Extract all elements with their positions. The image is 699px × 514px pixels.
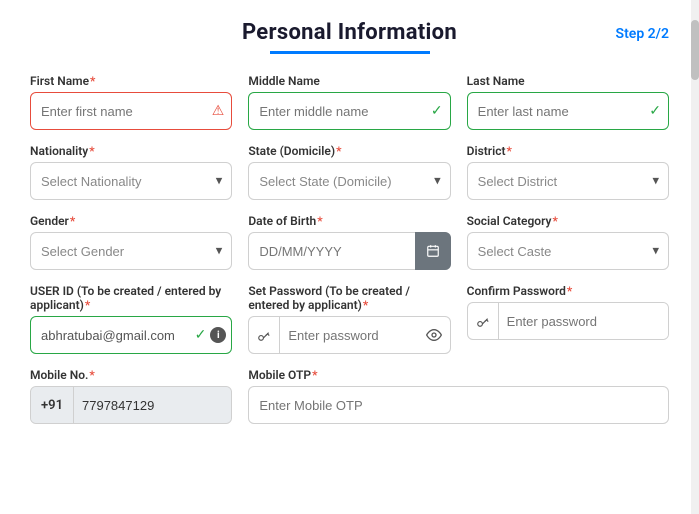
mobile-input[interactable] <box>74 387 231 423</box>
last-name-wrapper: ✓ <box>467 92 669 130</box>
info-icon[interactable]: i <box>210 327 226 343</box>
confirm-key-icon <box>468 303 499 339</box>
key-icon <box>249 317 280 353</box>
password-group: Set Password (To be created / entered by… <box>248 284 450 354</box>
middle-name-label: Middle Name <box>248 74 450 88</box>
header-section: Personal Information Step 2/2 <box>30 20 669 54</box>
first-name-label: First Name* <box>30 74 232 88</box>
nationality-group: Nationality* Select Nationality <box>30 144 232 200</box>
user-id-wrapper: ✓ i <box>30 316 232 354</box>
last-name-label: Last Name <box>467 74 669 88</box>
gender-select-wrapper: Select Gender <box>30 232 232 270</box>
gender-label: Gender* <box>30 214 232 228</box>
nationality-label: Nationality* <box>30 144 232 158</box>
user-id-success-icon: ✓ <box>195 327 207 343</box>
page-container: Personal Information Step 2/2 First Name… <box>0 0 699 514</box>
confirm-password-wrapper <box>467 302 669 340</box>
first-name-input[interactable] <box>30 92 232 130</box>
mobile-otp-group: Mobile OTP* <box>248 368 669 424</box>
form-grid: First Name* ⚠ Middle Name ✓ Last Name <box>30 74 669 424</box>
first-name-wrapper: ⚠ <box>30 92 232 130</box>
social-category-group: Social Category* Select Caste <box>467 214 669 270</box>
confirm-password-group: Confirm Password* <box>467 284 669 354</box>
state-domicile-select-wrapper: Select State (Domicile) <box>248 162 450 200</box>
user-id-icons: ✓ i <box>195 327 227 343</box>
confirm-password-input[interactable] <box>499 303 668 339</box>
state-domicile-select[interactable]: Select State (Domicile) <box>248 162 450 200</box>
last-name-success-icon: ✓ <box>649 103 661 119</box>
social-category-select-wrapper: Select Caste <box>467 232 669 270</box>
error-icon: ⚠ <box>212 103 225 119</box>
success-icon: ✓ <box>431 103 443 119</box>
calendar-button[interactable] <box>415 232 451 270</box>
social-category-label: Social Category* <box>467 214 669 228</box>
mobile-wrapper: +91 <box>30 386 232 424</box>
first-name-group: First Name* ⚠ <box>30 74 232 130</box>
social-category-select[interactable]: Select Caste <box>467 232 669 270</box>
state-domicile-group: State (Domicile)* Select State (Domicile… <box>248 144 450 200</box>
nationality-select-wrapper: Select Nationality <box>30 162 232 200</box>
show-password-button[interactable] <box>418 327 450 343</box>
middle-name-wrapper: ✓ <box>248 92 450 130</box>
scrollbar-thumb[interactable] <box>691 20 699 80</box>
scrollbar-track[interactable] <box>691 0 699 514</box>
district-label: District* <box>467 144 669 158</box>
dob-group: Date of Birth* <box>248 214 450 270</box>
password-wrapper <box>248 316 450 354</box>
district-select-wrapper: Select District <box>467 162 669 200</box>
last-name-group: Last Name ✓ <box>467 74 669 130</box>
password-input[interactable] <box>280 317 417 353</box>
mobile-no-group: Mobile No.* +91 <box>30 368 232 424</box>
mobile-prefix: +91 <box>31 387 74 423</box>
user-id-group: USER ID (To be created / entered by appl… <box>30 284 232 354</box>
state-domicile-label: State (Domicile)* <box>248 144 450 158</box>
mobile-no-label: Mobile No.* <box>30 368 232 382</box>
mobile-otp-input[interactable] <box>248 386 669 424</box>
middle-name-input[interactable] <box>248 92 450 130</box>
mobile-otp-label: Mobile OTP* <box>248 368 669 382</box>
title-underline <box>270 51 430 54</box>
nationality-select[interactable]: Select Nationality <box>30 162 232 200</box>
last-name-input[interactable] <box>467 92 669 130</box>
password-label: Set Password (To be created / entered by… <box>248 284 450 312</box>
gender-group: Gender* Select Gender <box>30 214 232 270</box>
page-title: Personal Information <box>30 20 669 45</box>
dob-wrapper <box>248 232 450 270</box>
district-group: District* Select District <box>467 144 669 200</box>
step-label: Step 2/2 <box>616 26 669 42</box>
confirm-password-label: Confirm Password* <box>467 284 669 298</box>
middle-name-group: Middle Name ✓ <box>248 74 450 130</box>
dob-label: Date of Birth* <box>248 214 450 228</box>
district-select[interactable]: Select District <box>467 162 669 200</box>
gender-select[interactable]: Select Gender <box>30 232 232 270</box>
user-id-label: USER ID (To be created / entered by appl… <box>30 284 232 312</box>
